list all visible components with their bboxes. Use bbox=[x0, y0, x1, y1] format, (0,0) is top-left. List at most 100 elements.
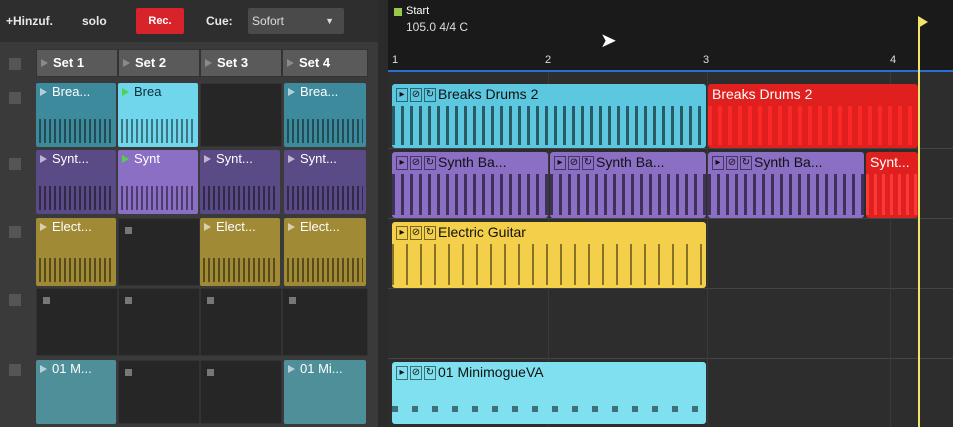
empty-slot[interactable] bbox=[36, 288, 118, 356]
track-divider bbox=[388, 218, 953, 219]
arranger-clip-synth-c[interactable]: ▸ ⊘ ↻ Synth Ba... bbox=[708, 152, 864, 218]
record-button[interactable]: Rec. bbox=[136, 8, 184, 34]
arranger-clip-breaks-drums[interactable]: ▸ ⊘ ↻ Breaks Drums 2 bbox=[392, 84, 706, 148]
row-button-3[interactable] bbox=[9, 226, 21, 238]
arranger-clip-synth-d[interactable]: Synt... bbox=[866, 152, 918, 218]
ruler-bar-4: 4 bbox=[890, 54, 897, 66]
launcher-clip-electric-1[interactable]: Elect... bbox=[36, 218, 116, 286]
waveform bbox=[392, 106, 706, 145]
row-button-1[interactable] bbox=[9, 92, 21, 104]
ruler-bar-1: 1 bbox=[392, 54, 399, 66]
loop-icon: ↻ bbox=[740, 156, 752, 171]
empty-slot[interactable] bbox=[200, 288, 282, 356]
launcher-clip-minimogue-4[interactable]: 01 Mi... bbox=[284, 360, 366, 424]
add-button[interactable]: +Hinzuf. bbox=[6, 6, 53, 36]
mute-icon: ⊘ bbox=[568, 156, 580, 171]
row-button-4[interactable] bbox=[9, 294, 21, 306]
solo-button[interactable]: solo bbox=[82, 6, 107, 36]
launcher-clip-breaks-1[interactable]: Brea... bbox=[36, 83, 116, 147]
waveform bbox=[39, 186, 113, 210]
play-icon bbox=[288, 365, 295, 373]
play-icon bbox=[122, 88, 129, 96]
ruler-bar-3: 3 bbox=[703, 54, 710, 66]
arranger-clip-breaks-drums-red[interactable]: Breaks Drums 2 bbox=[708, 84, 918, 148]
empty-slot[interactable] bbox=[200, 360, 282, 424]
play-icon bbox=[122, 155, 129, 163]
playhead-line[interactable] bbox=[918, 20, 920, 427]
empty-slot[interactable] bbox=[118, 360, 200, 424]
launcher-clip-breaks-2[interactable]: Brea bbox=[118, 83, 198, 147]
launcher-clip-minimogue-1[interactable]: 01 M... bbox=[36, 360, 116, 424]
arranger-clip-minimogue[interactable]: ▸ ⊘ ↻ 01 MinimogueVA bbox=[392, 362, 706, 424]
waveform bbox=[39, 119, 113, 143]
empty-slot[interactable] bbox=[118, 288, 200, 356]
cue-label: Cue: bbox=[206, 14, 233, 28]
play-icon bbox=[40, 223, 47, 231]
mute-icon: ⊘ bbox=[410, 156, 422, 171]
play-icon bbox=[40, 155, 47, 163]
waveform bbox=[203, 258, 277, 282]
cue-select[interactable]: Sofort ▼ bbox=[248, 8, 344, 34]
launcher-clip-electric-4[interactable]: Elect... bbox=[284, 218, 366, 286]
row-button-header[interactable] bbox=[9, 58, 21, 70]
play-icon bbox=[40, 365, 47, 373]
loop-icon: ↻ bbox=[424, 88, 436, 103]
play-icon bbox=[204, 223, 211, 231]
play-icon: ▸ bbox=[554, 156, 566, 171]
play-icon bbox=[288, 155, 295, 163]
waveform bbox=[550, 174, 706, 215]
track-divider bbox=[388, 358, 953, 359]
waveform bbox=[708, 106, 918, 145]
arranger-clip-synth-a[interactable]: ▸ ⊘ ↻ Synth Ba... bbox=[392, 152, 548, 218]
start-marker-label[interactable]: Start bbox=[406, 5, 429, 17]
stop-icon bbox=[43, 297, 50, 304]
loop-icon: ↻ bbox=[582, 156, 594, 171]
play-icon: ▸ bbox=[712, 156, 724, 171]
arranger-clip-electric-guitar[interactable]: ▸ ⊘ ↻ Electric Guitar bbox=[392, 222, 706, 288]
set-header-3[interactable]: Set 3 bbox=[200, 49, 282, 77]
set-header-1[interactable]: Set 1 bbox=[36, 49, 118, 77]
cue-value: Sofort bbox=[252, 14, 285, 28]
waveform bbox=[287, 258, 363, 282]
row-button-2[interactable] bbox=[9, 158, 21, 170]
empty-slot[interactable] bbox=[282, 288, 368, 356]
set-header-2[interactable]: Set 2 bbox=[118, 49, 200, 77]
waveform bbox=[287, 119, 363, 143]
marker-flag-icon bbox=[394, 8, 402, 16]
track-divider bbox=[388, 288, 953, 289]
stop-icon bbox=[289, 297, 296, 304]
set-header-4[interactable]: Set 4 bbox=[282, 49, 368, 77]
stop-icon bbox=[125, 297, 132, 304]
cursor-icon: ➤ bbox=[600, 30, 617, 52]
row-button-5[interactable] bbox=[9, 364, 21, 376]
timeline-ruler[interactable]: Start 105.0 4/4 C 1 2 3 4 bbox=[388, 0, 953, 72]
play-icon bbox=[287, 59, 294, 67]
loop-icon: ↻ bbox=[424, 156, 436, 171]
launcher-clip-breaks-4[interactable]: Brea... bbox=[284, 83, 366, 147]
launcher-clip-synth-1[interactable]: Synt... bbox=[36, 150, 116, 214]
ruler-bar-2: 2 bbox=[545, 54, 552, 66]
waveform bbox=[392, 174, 548, 215]
play-icon bbox=[41, 59, 48, 67]
empty-slot[interactable] bbox=[118, 218, 200, 286]
mute-icon: ⊘ bbox=[726, 156, 738, 171]
play-icon: ▸ bbox=[396, 88, 408, 103]
waveform bbox=[287, 186, 363, 210]
arranger-clip-synth-b[interactable]: ▸ ⊘ ↻ Synth Ba... bbox=[550, 152, 706, 218]
launcher-clip-electric-3[interactable]: Elect... bbox=[200, 218, 280, 286]
launcher-clip-synth-2[interactable]: Synt bbox=[118, 150, 198, 214]
waveform bbox=[392, 244, 706, 285]
mute-icon: ⊘ bbox=[410, 88, 422, 103]
play-icon bbox=[204, 155, 211, 163]
stop-icon bbox=[125, 227, 132, 234]
play-icon: ▸ bbox=[396, 156, 408, 171]
launcher-clip-synth-3[interactable]: Synt... bbox=[200, 150, 280, 214]
play-icon bbox=[123, 59, 130, 67]
midi-notes bbox=[392, 406, 706, 412]
mute-icon: ⊘ bbox=[410, 226, 422, 241]
waveform bbox=[708, 174, 864, 215]
empty-slot[interactable] bbox=[200, 83, 282, 147]
launcher-clip-synth-4[interactable]: Synt... bbox=[284, 150, 366, 214]
loop-region[interactable] bbox=[388, 70, 953, 72]
tempo-readout: 105.0 4/4 C bbox=[406, 20, 469, 34]
